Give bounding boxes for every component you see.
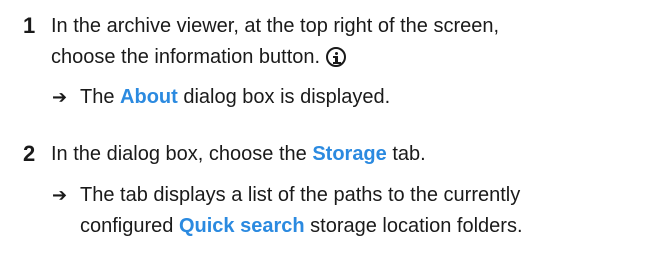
step-result: ➔ The tab displays a list of the paths to… <box>52 180 523 242</box>
result-text: storage location folders. <box>304 215 523 237</box>
instructions-page: 1 In the archive viewer, at the top righ… <box>0 0 651 258</box>
arrow-right-icon: ➔ <box>52 185 68 205</box>
result-text: The tab displays a list of the paths to … <box>80 184 521 206</box>
arrow-right-icon: ➔ <box>52 87 68 107</box>
step-result: ➔ The About dialog box is displayed. <box>52 82 390 114</box>
ui-term-storage: Storage <box>312 143 387 165</box>
step-number: 2 <box>23 141 36 166</box>
info-circle-icon <box>326 47 347 67</box>
step-instruction-text: choose the information button. <box>51 46 321 68</box>
result-text: The <box>80 86 121 108</box>
step-instruction-line: choose the information button. <box>51 42 631 73</box>
result-text: dialog box is displayed. <box>177 86 391 108</box>
ui-term-about: About <box>120 86 178 108</box>
ui-term-quick-search: Quick search <box>178 215 305 237</box>
step-instruction-text: tab. <box>386 143 426 165</box>
result-text: configured <box>80 215 179 237</box>
step-instruction-text: In the dialog box, choose the <box>51 143 313 165</box>
step-instruction: In the archive viewer, at the top right … <box>51 11 631 73</box>
step-number: 1 <box>23 13 36 38</box>
step-instruction: In the dialog box, choose the Storage ta… <box>51 139 631 170</box>
step-instruction-line: In the archive viewer, at the top right … <box>51 15 500 37</box>
step-instruction-line: In the dialog box, choose the Storage ta… <box>51 139 631 170</box>
